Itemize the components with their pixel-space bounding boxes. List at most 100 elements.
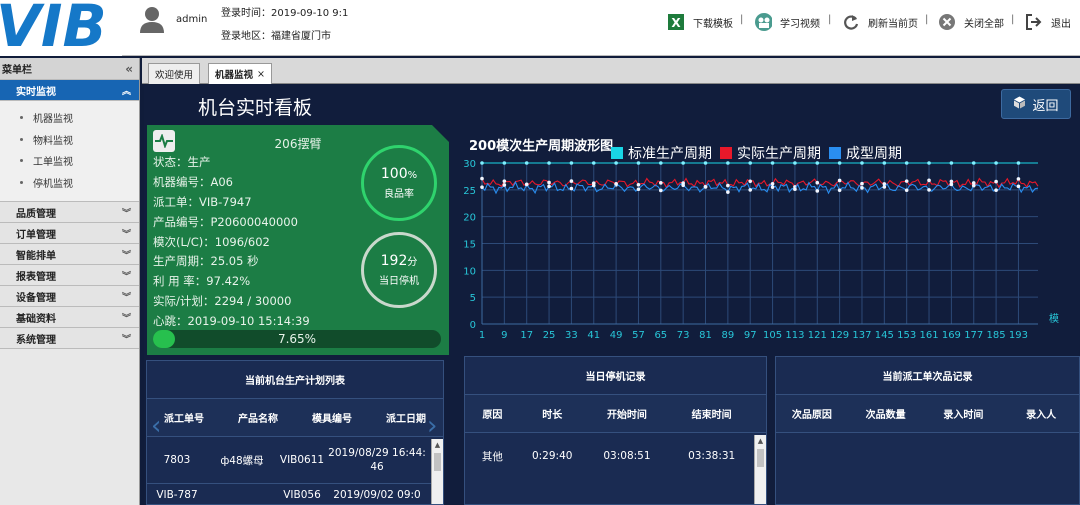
column-header: 模具编号 xyxy=(312,414,352,425)
x-tick-label: 177 xyxy=(964,330,983,341)
data-point xyxy=(927,188,931,192)
page-title: 机台实时看板 xyxy=(198,97,313,119)
downtime-value: 192分 xyxy=(380,253,418,269)
sidebar-group-label: 品质管理 xyxy=(16,208,56,220)
x-tick-label: 137 xyxy=(852,330,871,341)
sidebar-group-quality[interactable]: 品质管理 ︾ xyxy=(0,202,139,223)
data-point xyxy=(971,161,976,165)
sidebar-item-machine-monitor[interactable]: 机器监视 xyxy=(0,107,139,129)
table-cell: VIB0611 xyxy=(279,454,325,466)
data-point xyxy=(904,188,909,193)
tab-label: 欢迎使用 xyxy=(155,70,194,81)
refresh-page-label: 刷新当前页 xyxy=(868,18,918,30)
data-point xyxy=(994,179,998,184)
x-tick-label: 105 xyxy=(763,330,782,341)
table-row[interactable]: 其他 0:29:40 03:08:51 03:38:31 xyxy=(465,433,766,479)
legend-item-standard[interactable]: 标准生产周期 xyxy=(611,143,712,163)
data-point xyxy=(748,188,753,192)
back-button[interactable]: 返回 xyxy=(1001,89,1071,119)
study-video-button[interactable]: 学习视频 xyxy=(754,12,820,32)
user-avatar-icon xyxy=(139,6,165,34)
sidebar-item-material-monitor[interactable]: 物料监视 xyxy=(0,129,139,151)
download-template-button[interactable]: X 下载模板 xyxy=(667,12,733,32)
y-tick-label: 20 xyxy=(463,213,476,224)
data-point xyxy=(547,184,551,189)
data-point xyxy=(904,161,909,165)
data-point xyxy=(591,161,596,165)
sidebar-group-scheduling[interactable]: 智能排单 ︾ xyxy=(0,244,139,265)
data-point xyxy=(1016,177,1021,181)
data-point xyxy=(703,185,708,189)
sidebar-item-downtime-monitor[interactable]: 停机监视 xyxy=(0,172,139,194)
yield-rate-label: 良品率 xyxy=(384,189,414,200)
y-tick-label: 5 xyxy=(470,293,476,304)
chevron-down-icon: ︾ xyxy=(121,271,131,282)
sidebar-group-base-data[interactable]: 基础资料 ︾ xyxy=(0,307,139,328)
tab-close-icon[interactable]: × xyxy=(257,69,265,80)
table-cell: VIB-787 xyxy=(156,488,198,501)
sidebar-item-label: 机器监视 xyxy=(33,114,73,126)
production-plan-panel: 当前机台生产计划列表 派工单号 产品名称 模具编号 派工日期 7803 ф48螺… xyxy=(146,360,444,505)
column-header: 次品原因 xyxy=(791,410,832,421)
data-point xyxy=(815,180,820,185)
carousel-prev-icon[interactable]: ‹ xyxy=(151,411,161,441)
sidebar-group-label: 基础资料 xyxy=(16,313,56,325)
scroll-thumb[interactable] xyxy=(757,449,764,467)
sidebar-group-realtime[interactable]: 实时监视 ︽ xyxy=(0,80,139,101)
sidebar-group-equipment[interactable]: 设备管理 ︾ xyxy=(0,286,139,307)
tab-machine-monitor[interactable]: 机器监视 × xyxy=(208,63,272,84)
column-header: 产品名称 xyxy=(238,414,278,425)
x-tick-label: 25 xyxy=(543,330,556,341)
cube-icon xyxy=(1013,96,1026,113)
sidebar-group-orders[interactable]: 订单管理 ︾ xyxy=(0,223,139,244)
table-row[interactable]: 7803 ф48螺母 VIB0611 2019/08/29 16:44:46 xyxy=(147,437,443,483)
logout-button[interactable]: 退出 xyxy=(1025,12,1071,32)
column-header: 开始时间 xyxy=(606,410,647,421)
column-header: 时长 xyxy=(542,410,563,421)
plan-progress-bar: 7.65% xyxy=(153,330,441,348)
machine-number: 机器编号：A06 xyxy=(153,175,233,189)
close-all-icon xyxy=(938,13,956,31)
legend-item-molding[interactable]: 成型周期 xyxy=(829,143,902,163)
table-scrollbar[interactable]: ▲ xyxy=(754,435,766,504)
chart-svg: 0510152025301 9 17 25 33 41 49 57 65 73 81 89 97 105 1… xyxy=(463,159,1059,341)
defect-records-panel: 当前派工单次品记录 次品原因 次品数量 录入时间 录入人 xyxy=(775,356,1080,505)
x-tick-label: 65 xyxy=(654,330,667,341)
heartbeat-icon xyxy=(153,130,175,152)
y-tick-label: 25 xyxy=(463,186,476,197)
refresh-icon xyxy=(842,13,860,31)
logo-text: VIB xyxy=(0,0,107,54)
sidebar-group-reports[interactable]: 报表管理 ︾ xyxy=(0,265,139,286)
table-cell: 其他 xyxy=(481,450,503,463)
x-tick-label: 41 xyxy=(587,330,600,341)
sidebar-group-system[interactable]: 系统管理 ︾ xyxy=(0,328,139,349)
sidebar-collapse-icon[interactable]: « xyxy=(125,62,133,76)
scroll-thumb[interactable] xyxy=(434,453,441,471)
close-all-button[interactable]: 关闭全部 xyxy=(938,12,1004,32)
excel-icon: X xyxy=(667,13,685,31)
toolbar-separator: | xyxy=(1011,14,1015,25)
data-point xyxy=(502,179,507,183)
x-tick-label: 193 xyxy=(1009,330,1028,341)
x-tick-label: 113 xyxy=(785,330,804,341)
data-point xyxy=(971,183,976,188)
dispatch-order: 派工单：VIB-7947 xyxy=(153,195,252,209)
sidebar-group-label: 报表管理 xyxy=(16,271,56,283)
table-scrollbar[interactable]: ▲ xyxy=(431,439,443,504)
data-point xyxy=(659,181,663,185)
carousel-next-icon[interactable]: › xyxy=(427,411,437,441)
legend-item-actual[interactable]: 实际生产周期 xyxy=(720,143,821,163)
table-row[interactable]: VIB-787 VIB056 2019/09/02 09:0 xyxy=(147,483,443,504)
data-point xyxy=(726,183,730,188)
username: admin xyxy=(176,14,208,25)
chart-legend: 标准生产周期 实际生产周期 成型周期 xyxy=(611,143,902,163)
sidebar-item-order-monitor[interactable]: 工单监视 xyxy=(0,150,139,172)
refresh-page-button[interactable]: 刷新当前页 xyxy=(842,12,918,32)
tab-welcome[interactable]: 欢迎使用 xyxy=(148,63,201,84)
data-point xyxy=(860,186,864,190)
scroll-up-icon[interactable]: ▲ xyxy=(755,435,766,447)
x-tick-label: 169 xyxy=(942,330,961,341)
table-cell: 03:38:31 xyxy=(688,450,736,462)
data-point xyxy=(949,161,954,165)
legend-swatch xyxy=(720,147,732,159)
